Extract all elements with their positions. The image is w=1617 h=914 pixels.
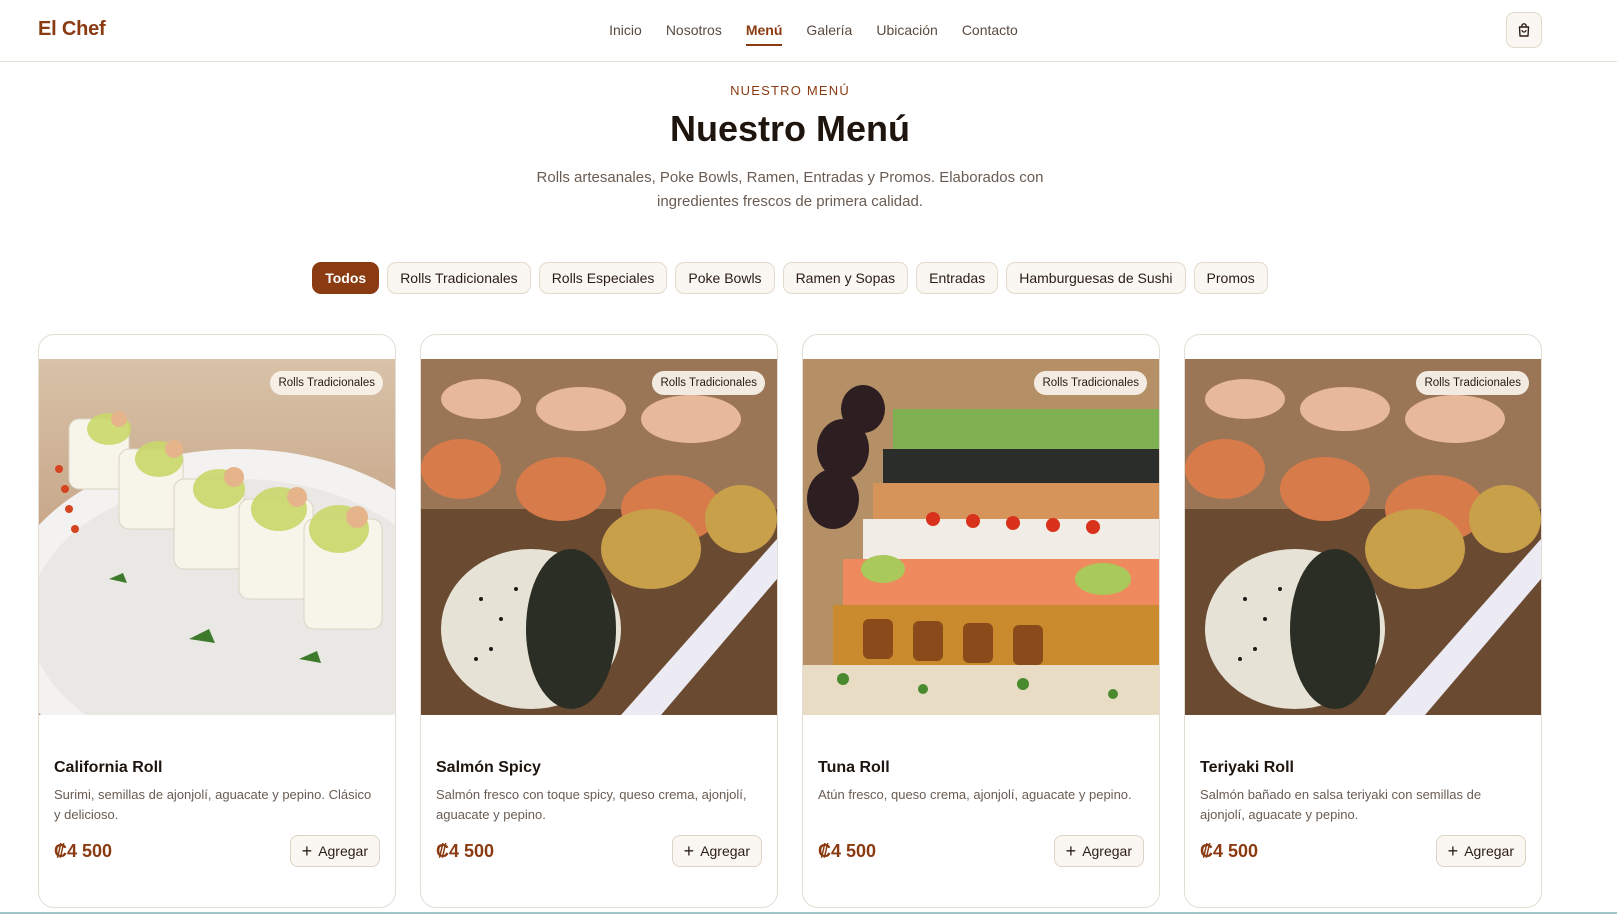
product-price: ₡4 500 xyxy=(436,841,495,861)
add-to-cart-button[interactable]: + Agregar xyxy=(671,835,762,867)
nav-ubicacion[interactable]: Ubicación xyxy=(876,22,937,46)
plus-icon: + xyxy=(1447,841,1459,861)
product-description: Atún fresco, queso crema, ajonjolí, agua… xyxy=(818,787,1132,802)
product-image xyxy=(1185,359,1541,715)
nav-nosotros[interactable]: Nosotros xyxy=(666,22,722,46)
add-button-label: Agregar xyxy=(318,843,368,859)
add-button-label: Agregar xyxy=(1464,843,1514,859)
category-badge: Rolls Tradicionales xyxy=(1416,371,1529,395)
product-image xyxy=(421,359,777,715)
nav-galeria[interactable]: Galería xyxy=(806,22,852,46)
product-card: Rolls Tradicionales Salmón Spicy Salmón … xyxy=(420,334,778,908)
add-to-cart-button[interactable]: + Agregar xyxy=(289,835,380,867)
category-badge: Rolls Tradicionales xyxy=(1034,371,1147,395)
category-filters: Todos Rolls Tradicionales Rolls Especial… xyxy=(0,262,1580,294)
shopping-bag-icon xyxy=(1518,23,1530,37)
add-button-label: Agregar xyxy=(1082,843,1132,859)
product-name: Teriyaki Roll xyxy=(1200,759,1294,776)
plus-icon: + xyxy=(301,841,313,861)
filter-todos[interactable]: Todos xyxy=(312,262,380,294)
category-badge: Rolls Tradicionales xyxy=(270,371,383,395)
product-name: Salmón Spicy xyxy=(436,759,541,776)
filter-rolls-tradicionales[interactable]: Rolls Tradicionales xyxy=(387,262,531,294)
product-price: ₡4 500 xyxy=(54,841,113,861)
filter-ramen-y-sopas[interactable]: Ramen y Sopas xyxy=(782,262,909,294)
product-card: Rolls Tradicionales California Roll Suri… xyxy=(38,334,396,908)
product-description: Surimi, semillas de ajonjolí, aguacate y… xyxy=(54,787,372,822)
add-button-label: Agregar xyxy=(700,843,750,859)
product-card: Rolls Tradicionales Teriyaki Roll Salmón… xyxy=(1184,334,1542,908)
cart-button[interactable] xyxy=(1506,12,1542,48)
filter-hamburguesas-de-sushi[interactable]: Hamburguesas de Sushi xyxy=(1006,262,1186,294)
filter-poke-bowls[interactable]: Poke Bowls xyxy=(675,262,775,294)
product-card: Rolls Tradicionales Tuna Roll Atún fresc… xyxy=(802,334,1160,908)
main-nav: Inicio Nosotros Menú Galería Ubicación C… xyxy=(0,22,1617,46)
product-description: Salmón fresco con toque spicy, queso cre… xyxy=(436,787,747,822)
page-subtitle: Rolls artesanales, Poke Bowls, Ramen, En… xyxy=(536,169,1044,210)
product-name: Tuna Roll xyxy=(818,759,890,776)
section-eyebrow: NUESTRO MENÚ xyxy=(730,83,850,98)
nav-contacto[interactable]: Contacto xyxy=(962,22,1018,46)
category-badge: Rolls Tradicionales xyxy=(652,371,765,395)
page-title: Nuestro Menú xyxy=(669,108,910,149)
product-description: Salmón bañado en salsa teriyaki con semi… xyxy=(1200,787,1482,822)
product-price: ₡4 500 xyxy=(818,841,877,861)
filter-entradas[interactable]: Entradas xyxy=(916,262,999,294)
product-price: ₡4 500 xyxy=(1200,841,1259,861)
add-to-cart-button[interactable]: + Agregar xyxy=(1053,835,1144,867)
nav-inicio[interactable]: Inicio xyxy=(609,22,642,46)
nav-menu[interactable]: Menú xyxy=(745,22,783,46)
product-image xyxy=(39,359,395,715)
top-navbar: El Chef Inicio Nosotros Menú Galería Ubi… xyxy=(0,0,1617,62)
product-image xyxy=(803,359,1159,715)
product-name: California Roll xyxy=(54,759,163,776)
add-to-cart-button[interactable]: + Agregar xyxy=(1435,835,1526,867)
filter-rolls-especiales[interactable]: Rolls Especiales xyxy=(538,262,668,294)
plus-icon: + xyxy=(1065,841,1077,861)
plus-icon: + xyxy=(683,841,695,861)
filter-promos[interactable]: Promos xyxy=(1193,262,1268,294)
